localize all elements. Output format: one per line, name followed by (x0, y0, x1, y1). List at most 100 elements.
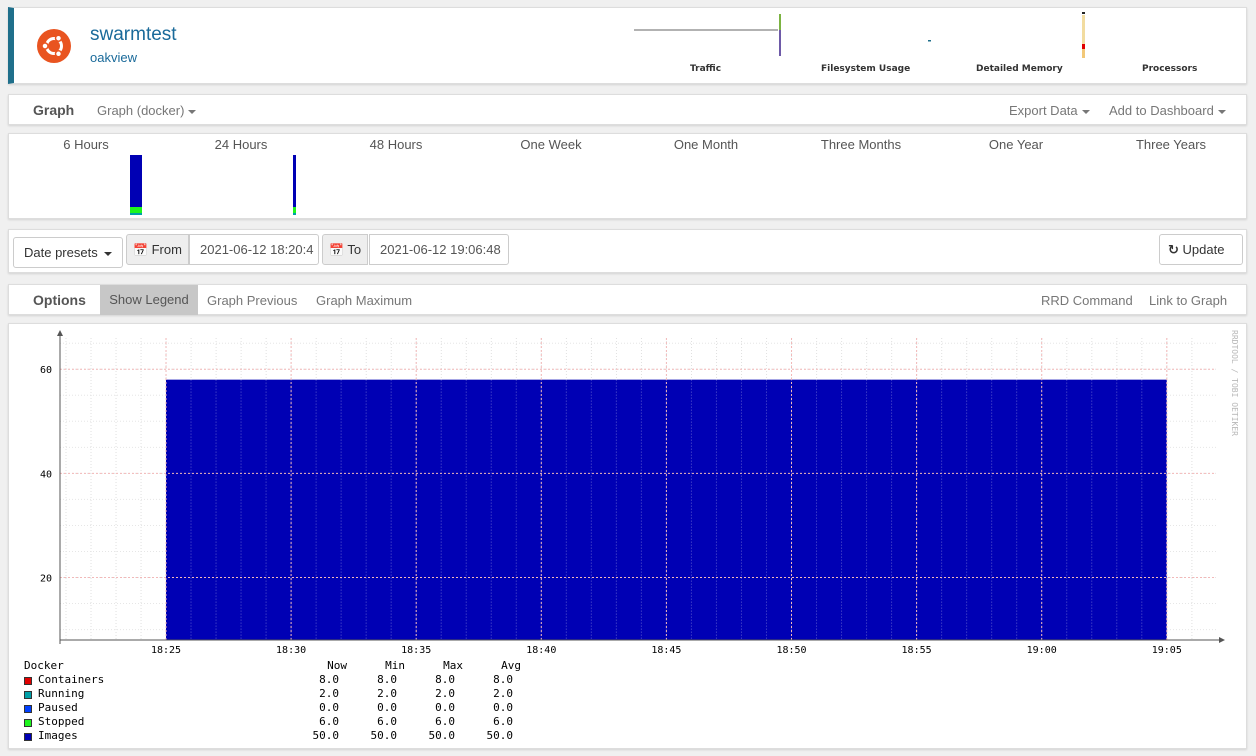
device-location[interactable]: oakview (90, 50, 137, 65)
ubuntu-logo-icon (37, 29, 71, 63)
traffic-label: Traffic (690, 64, 722, 74)
show-legend-button[interactable]: Show Legend (100, 285, 198, 315)
legend-swatch-wrap (24, 688, 32, 701)
thumb-running (130, 213, 142, 215)
graph-maximum-link[interactable]: Graph Maximum (316, 293, 412, 308)
export-data-dropdown[interactable]: Export Data (1009, 103, 1090, 118)
legend-value: 2.0 (319, 687, 339, 700)
legend-value: 6.0 (377, 715, 397, 728)
timeframe-6-hours[interactable]: 6 Hours (11, 137, 161, 152)
legend-value: 0.0 (377, 701, 397, 714)
calendar-icon: 📅 (329, 243, 344, 257)
legend-series-name: Containers (38, 673, 105, 686)
to-date-input[interactable]: 2021-06-12 19:06:48 (369, 234, 509, 265)
timeframe-48-hours[interactable]: 48 Hours (321, 137, 471, 152)
refresh-icon: ↻ (1168, 242, 1179, 257)
from-date-input[interactable]: 2021-06-12 18:20:4 (189, 234, 319, 265)
thumbnail-6-hours[interactable] (130, 155, 142, 215)
legend-series-name: Running (38, 687, 85, 700)
x-tick-label: 18:45 (651, 645, 681, 654)
date-range-form: Date presets 📅 From 2021-06-12 18:20:4 📅… (8, 229, 1247, 273)
legend-title: Docker (24, 659, 64, 672)
add-to-dashboard-label: Add to Dashboard (1109, 103, 1214, 118)
legend-column-header: Now (327, 659, 347, 672)
legend-value: 0.0 (493, 701, 513, 714)
rrdtool-watermark: RRDTOOL / TOBI OETIKER (1230, 330, 1239, 436)
graph-type-dropdown[interactable]: Graph (docker) (97, 103, 197, 118)
device-header: swarmtest oakview Traffic Filesystem Usa… (8, 7, 1247, 84)
legend-value: 6.0 (493, 715, 513, 728)
legend-value: 2.0 (493, 687, 513, 700)
y-tick-label: 60 (40, 365, 52, 376)
device-hostname[interactable]: swarmtest (90, 24, 177, 46)
filesystem-minigraph[interactable] (924, 34, 934, 44)
graph-navbar: Graph Graph (docker) Export Data Add to … (8, 94, 1247, 125)
x-tick-label: 18:40 (526, 645, 556, 654)
thumbnail-24-hours[interactable] (293, 155, 296, 215)
timeframe-24-hours[interactable]: 24 Hours (166, 137, 316, 152)
detailed-memory-label: Detailed Memory (976, 64, 1063, 74)
legend-value: 50.0 (370, 729, 398, 742)
legend-swatch (24, 705, 32, 713)
graph-previous-link[interactable]: Graph Previous (207, 293, 297, 308)
timeframe-one-week[interactable]: One Week (476, 137, 626, 152)
legend-value: 0.0 (319, 701, 339, 714)
graph-title: Graph (33, 102, 75, 118)
thumb-images (130, 155, 142, 207)
docker-rrd-graph[interactable]: 20 40 60 18:25 18:30 18:35 18:40 18:45 18:50 18:5… (9, 324, 1246, 654)
timeframe-selector: 6 Hours 24 Hours 48 Hours One Week One M… (8, 133, 1247, 219)
legend-swatch (24, 719, 32, 727)
legend-column-header: Avg (501, 659, 521, 672)
options-title: Options (33, 292, 86, 308)
x-tick-label: 18:35 (401, 645, 431, 654)
legend-value: 8.0 (435, 673, 455, 686)
legend-value: 2.0 (435, 687, 455, 700)
y-tick-label: 20 (40, 574, 52, 585)
legend-column-header: Min (385, 659, 405, 672)
legend-swatch-wrap (24, 674, 32, 687)
legend-value: 0.0 (435, 701, 455, 714)
graph-type-label: Graph (docker) (97, 103, 185, 118)
y-axis-arrow-icon (57, 330, 63, 336)
link-to-graph-link[interactable]: Link to Graph (1149, 293, 1227, 308)
legend-value: 8.0 (493, 673, 513, 686)
date-presets-button[interactable]: Date presets (13, 237, 123, 268)
chevron-down-icon (103, 251, 112, 256)
export-data-label: Export Data (1009, 103, 1078, 118)
traffic-minigraph[interactable] (628, 14, 788, 62)
legend-swatch (24, 691, 32, 699)
thumb-running (293, 213, 296, 215)
legend-swatch-wrap (24, 730, 32, 743)
legend-swatch-wrap (24, 702, 32, 715)
timeframe-one-month[interactable]: One Month (631, 137, 781, 152)
x-axis-arrow-icon (1219, 637, 1225, 643)
legend-series-name: Images (38, 729, 78, 742)
add-to-dashboard-dropdown[interactable]: Add to Dashboard (1109, 103, 1226, 118)
legend-value: 50.0 (428, 729, 456, 742)
timeframe-three-months[interactable]: Three Months (786, 137, 936, 152)
update-button[interactable]: ↻ Update (1159, 234, 1243, 265)
legend-series-name: Stopped (38, 715, 85, 728)
legend-value: 8.0 (319, 673, 339, 686)
legend-value: 50.0 (486, 729, 514, 742)
date-presets-label: Date presets (24, 245, 98, 260)
to-label: To (347, 242, 362, 257)
calendar-icon: 📅 (133, 243, 148, 257)
update-label: Update (1182, 242, 1225, 257)
x-tick-label: 19:00 (1027, 645, 1057, 654)
timeframe-one-year[interactable]: One Year (941, 137, 1091, 152)
processors-label: Processors (1142, 64, 1198, 74)
from-label: From (151, 242, 182, 257)
legend-swatch (24, 677, 32, 685)
legend-value: 8.0 (377, 673, 397, 686)
rrd-command-link[interactable]: RRD Command (1041, 293, 1133, 308)
x-tick-label: 18:30 (276, 645, 306, 654)
thumb-images (293, 155, 296, 207)
legend-swatch (24, 733, 32, 741)
timeframe-three-years[interactable]: Three Years (1096, 137, 1246, 152)
memory-minigraph[interactable] (1081, 12, 1087, 58)
from-addon: 📅 From (126, 234, 189, 265)
legend-column-header: Max (443, 659, 463, 672)
chevron-down-icon (1217, 109, 1226, 114)
filesystem-usage-label: Filesystem Usage (821, 64, 911, 74)
